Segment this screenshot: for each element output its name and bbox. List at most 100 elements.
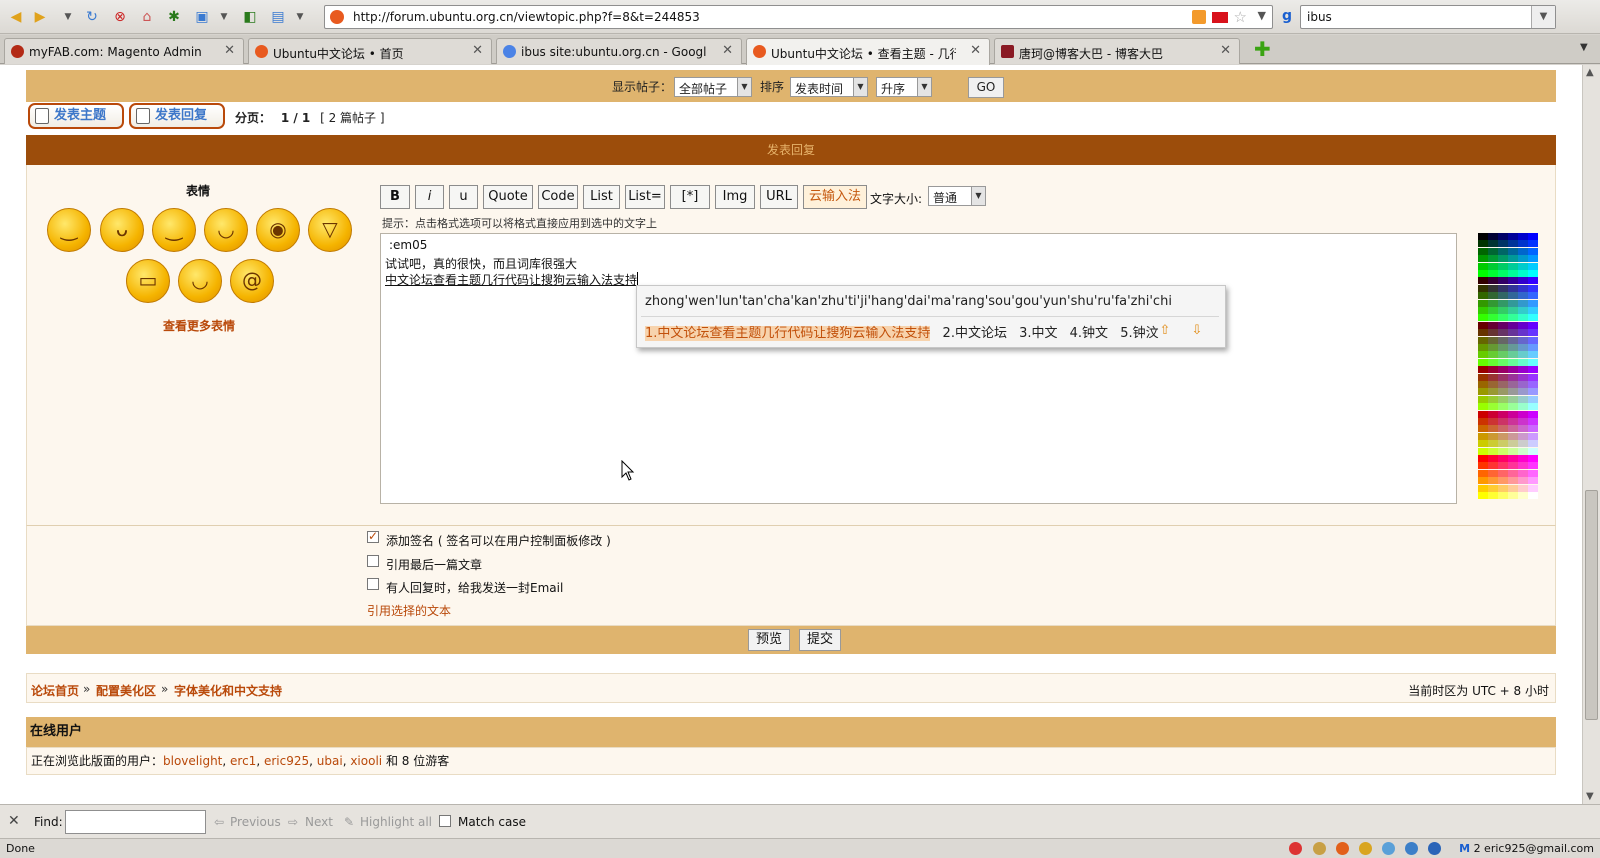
color-swatch[interactable]: [1528, 344, 1538, 351]
color-swatch[interactable]: [1478, 447, 1488, 455]
color-swatch[interactable]: [1488, 321, 1498, 329]
color-swatch[interactable]: [1528, 351, 1538, 359]
color-swatch[interactable]: [1508, 277, 1518, 285]
page-down-icon[interactable]: ⇩: [1189, 323, 1205, 339]
color-swatch[interactable]: [1508, 314, 1518, 322]
color-swatch[interactable]: [1498, 440, 1508, 448]
color-swatch[interactable]: [1488, 462, 1498, 470]
color-swatch[interactable]: [1528, 455, 1538, 462]
color-swatch[interactable]: [1498, 381, 1508, 388]
color-swatch[interactable]: [1498, 336, 1508, 344]
color-swatch[interactable]: [1518, 410, 1528, 418]
color-swatch[interactable]: [1498, 425, 1508, 433]
smiley-tongue-icon[interactable]: ᴗ: [100, 208, 144, 252]
color-swatch[interactable]: [1498, 418, 1508, 425]
color-swatch[interactable]: [1528, 292, 1538, 300]
color-palette[interactable]: [1478, 233, 1538, 503]
color-swatch[interactable]: [1478, 329, 1488, 337]
tab-ubuntu-home[interactable]: Ubuntu中文论坛 • 首页 ✕: [248, 38, 492, 64]
color-swatch[interactable]: [1498, 344, 1508, 351]
adblock-icon[interactable]: [1336, 842, 1349, 855]
color-swatch[interactable]: [1508, 307, 1518, 314]
close-tab-icon[interactable]: ✕: [472, 43, 483, 58]
color-swatch[interactable]: [1478, 425, 1488, 433]
smiley-grin-icon[interactable]: ▭: [126, 259, 170, 303]
color-swatch[interactable]: [1498, 366, 1508, 374]
stop-icon[interactable]: ⊗: [110, 7, 130, 27]
color-swatch[interactable]: [1518, 255, 1528, 263]
color-swatch[interactable]: [1488, 358, 1498, 366]
color-swatch[interactable]: [1478, 299, 1488, 307]
color-swatch[interactable]: [1518, 477, 1528, 485]
color-swatch[interactable]: [1478, 410, 1488, 418]
screenshot-icon[interactable]: ▣: [192, 7, 212, 27]
color-swatch[interactable]: [1478, 462, 1488, 470]
color-swatch[interactable]: [1478, 307, 1488, 314]
match-case-checkbox[interactable]: [439, 815, 451, 827]
color-swatch[interactable]: [1488, 403, 1498, 411]
italic-button[interactable]: i: [415, 185, 444, 209]
online-user-link[interactable]: ubai: [317, 754, 343, 768]
color-swatch[interactable]: [1478, 395, 1488, 403]
color-swatch[interactable]: [1488, 410, 1498, 418]
color-swatch[interactable]: [1498, 299, 1508, 307]
scroll-down-icon[interactable]: ▼: [1586, 791, 1594, 802]
cloud-ime-button[interactable]: 云输入法: [803, 185, 867, 209]
color-swatch[interactable]: [1488, 240, 1498, 248]
quote-last-checkbox[interactable]: [367, 555, 379, 567]
color-swatch[interactable]: [1478, 314, 1488, 322]
online-user-link[interactable]: erc1: [230, 754, 256, 768]
gmail-notifier[interactable]: M 2 eric925@gmail.com: [1459, 842, 1594, 855]
color-swatch[interactable]: [1518, 373, 1528, 381]
scrollbar-thumb[interactable]: [1585, 490, 1598, 720]
color-swatch[interactable]: [1488, 284, 1498, 292]
color-swatch[interactable]: [1508, 292, 1518, 300]
new-tab-icon[interactable]: ✚: [1254, 37, 1271, 61]
color-swatch[interactable]: [1518, 336, 1528, 344]
color-swatch[interactable]: [1528, 462, 1538, 470]
color-swatch[interactable]: [1478, 277, 1488, 285]
color-swatch[interactable]: [1478, 418, 1488, 425]
color-swatch[interactable]: [1488, 484, 1498, 492]
color-swatch[interactable]: [1528, 418, 1538, 425]
color-swatch[interactable]: [1518, 418, 1528, 425]
submit-button[interactable]: 提交: [799, 629, 841, 651]
color-swatch[interactable]: [1528, 381, 1538, 388]
color-swatch[interactable]: [1488, 440, 1498, 448]
color-swatch[interactable]: [1518, 358, 1528, 366]
find-next-icon[interactable]: ⇨: [288, 815, 298, 829]
color-swatch[interactable]: [1488, 432, 1498, 440]
color-swatch[interactable]: [1498, 292, 1508, 300]
color-swatch[interactable]: [1508, 469, 1518, 477]
notify-checkbox[interactable]: [367, 578, 379, 590]
color-swatch[interactable]: [1498, 388, 1508, 396]
color-swatch[interactable]: [1518, 344, 1528, 351]
color-swatch[interactable]: [1498, 492, 1508, 499]
sort-select[interactable]: 发表时间 ▼: [790, 77, 868, 97]
color-swatch[interactable]: [1518, 440, 1528, 448]
color-swatch[interactable]: [1508, 233, 1518, 240]
signature-checkbox[interactable]: [367, 529, 379, 543]
color-swatch[interactable]: [1508, 462, 1518, 470]
color-swatch[interactable]: [1498, 395, 1508, 403]
color-swatch[interactable]: [1488, 299, 1498, 307]
globe-icon[interactable]: [1382, 842, 1395, 855]
color-swatch[interactable]: [1478, 388, 1488, 396]
smiley-smile-icon[interactable]: ‿: [47, 208, 91, 252]
close-tab-icon[interactable]: ✕: [1220, 43, 1231, 58]
color-swatch[interactable]: [1478, 366, 1488, 374]
find-input[interactable]: [65, 810, 206, 834]
online-user-link[interactable]: xiooli: [350, 754, 382, 768]
color-swatch[interactable]: [1498, 403, 1508, 411]
color-swatch[interactable]: [1488, 262, 1498, 270]
color-swatch[interactable]: [1498, 270, 1508, 277]
shield-icon[interactable]: [1405, 842, 1418, 855]
code-button[interactable]: Code: [538, 185, 578, 209]
tab-ubuntu-topic[interactable]: Ubuntu中文论坛 • 查看主题 - 几行... ✕: [746, 38, 990, 65]
color-swatch[interactable]: [1488, 425, 1498, 433]
order-select[interactable]: 升序 ▼: [876, 77, 932, 97]
color-swatch[interactable]: [1498, 277, 1508, 285]
color-swatch[interactable]: [1518, 395, 1528, 403]
bug-icon[interactable]: ✱: [164, 7, 184, 27]
color-swatch[interactable]: [1518, 314, 1528, 322]
